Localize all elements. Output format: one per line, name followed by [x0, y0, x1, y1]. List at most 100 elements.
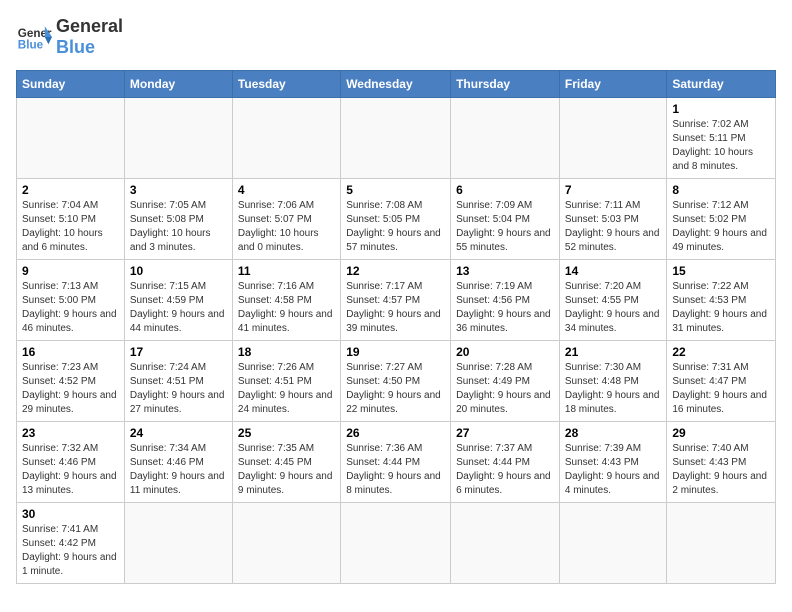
day-cell — [451, 503, 560, 584]
week-row-3: 16Sunrise: 7:23 AM Sunset: 4:52 PM Dayli… — [17, 341, 776, 422]
day-info: Sunrise: 7:34 AM Sunset: 4:46 PM Dayligh… — [130, 442, 227, 498]
day-header-friday: Friday — [559, 71, 666, 98]
day-info: Sunrise: 7:39 AM Sunset: 4:43 PM Dayligh… — [565, 442, 661, 498]
day-cell: 27Sunrise: 7:37 AM Sunset: 4:44 PM Dayli… — [451, 422, 560, 503]
day-cell: 22Sunrise: 7:31 AM Sunset: 4:47 PM Dayli… — [667, 341, 776, 422]
day-cell: 24 Sunrise: 7:34 AM Sunset: 4:46 PM Dayli… — [124, 422, 232, 503]
day-cell: 3 Sunrise: 7:05 AM Sunset: 5:08 PM Daylig… — [124, 179, 232, 260]
day-cell — [232, 98, 340, 179]
day-cell — [341, 503, 451, 584]
day-cell: 5 Sunrise: 7:08 AM Sunset: 5:05 PM Daylig… — [341, 179, 451, 260]
day-header-monday: Monday — [124, 71, 232, 98]
day-info: Sunrise: 7:06 AM Sunset: 5:07 PM Dayligh… — [238, 199, 335, 255]
day-number: 17 — [130, 345, 227, 359]
day-cell: 29 Sunrise: 7:40 AM Sunset: 4:43 PM Dayli… — [667, 422, 776, 503]
day-info: Sunrise: 7:36 AM Sunset: 4:44 PM Dayligh… — [346, 442, 445, 498]
day-cell: 26 Sunrise: 7:36 AM Sunset: 4:44 PM Dayli… — [341, 422, 451, 503]
day-header-thursday: Thursday — [451, 71, 560, 98]
day-cell: 8Sunrise: 7:12 AM Sunset: 5:02 PM Daylig… — [667, 179, 776, 260]
day-cell: 30 Sunrise: 7:41 AM Sunset: 4:42 PM Dayli… — [17, 503, 125, 584]
day-number: 6 — [456, 183, 554, 197]
day-info: Sunrise: 7:11 AM Sunset: 5:03 PM Dayligh… — [565, 199, 661, 255]
day-info: Sunrise: 7:22 AM Sunset: 4:53 PM Dayligh… — [672, 280, 770, 336]
day-cell: 4 Sunrise: 7:06 AM Sunset: 5:07 PM Daylig… — [232, 179, 340, 260]
day-info: Sunrise: 7:24 AM Sunset: 4:51 PM Dayligh… — [130, 361, 227, 417]
day-header-sunday: Sunday — [17, 71, 125, 98]
days-header-row: SundayMondayTuesdayWednesdayThursdayFrid… — [17, 71, 776, 98]
day-number: 7 — [565, 183, 661, 197]
day-cell: 18 Sunrise: 7:26 AM Sunset: 4:51 PM Dayli… — [232, 341, 340, 422]
logo: General Blue General Blue — [16, 16, 123, 58]
day-number: 16 — [22, 345, 119, 359]
header: General Blue General Blue — [16, 16, 776, 58]
day-info: Sunrise: 7:04 AM Sunset: 5:10 PM Dayligh… — [22, 199, 119, 255]
day-cell: 21Sunrise: 7:30 AM Sunset: 4:48 PM Dayli… — [559, 341, 666, 422]
week-row-0: 1 Sunrise: 7:02 AM Sunset: 5:11 PM Daylig… — [17, 98, 776, 179]
day-info: Sunrise: 7:35 AM Sunset: 4:45 PM Dayligh… — [238, 442, 335, 498]
day-cell: 14Sunrise: 7:20 AM Sunset: 4:55 PM Dayli… — [559, 260, 666, 341]
day-info: Sunrise: 7:40 AM Sunset: 4:43 PM Dayligh… — [672, 442, 770, 498]
day-info: Sunrise: 7:05 AM Sunset: 5:08 PM Dayligh… — [130, 199, 227, 255]
svg-text:Blue: Blue — [18, 39, 44, 52]
day-number: 18 — [238, 345, 335, 359]
day-cell — [124, 503, 232, 584]
logo-general: General — [56, 16, 123, 37]
week-row-4: 23Sunrise: 7:32 AM Sunset: 4:46 PM Dayli… — [17, 422, 776, 503]
day-number: 3 — [130, 183, 227, 197]
day-cell — [559, 98, 666, 179]
day-number: 9 — [22, 264, 119, 278]
day-number: 8 — [672, 183, 770, 197]
day-cell — [232, 503, 340, 584]
week-row-5: 30 Sunrise: 7:41 AM Sunset: 4:42 PM Dayli… — [17, 503, 776, 584]
day-cell: 25 Sunrise: 7:35 AM Sunset: 4:45 PM Dayli… — [232, 422, 340, 503]
day-number: 29 — [672, 426, 770, 440]
day-number: 27 — [456, 426, 554, 440]
day-cell: 13 Sunrise: 7:19 AM Sunset: 4:56 PM Dayli… — [451, 260, 560, 341]
logo-icon: General Blue — [16, 19, 52, 55]
day-info: Sunrise: 7:09 AM Sunset: 5:04 PM Dayligh… — [456, 199, 554, 255]
day-cell: 12Sunrise: 7:17 AM Sunset: 4:57 PM Dayli… — [341, 260, 451, 341]
day-number: 25 — [238, 426, 335, 440]
day-number: 10 — [130, 264, 227, 278]
day-cell: 23Sunrise: 7:32 AM Sunset: 4:46 PM Dayli… — [17, 422, 125, 503]
day-cell — [451, 98, 560, 179]
day-info: Sunrise: 7:02 AM Sunset: 5:11 PM Dayligh… — [672, 118, 770, 174]
day-cell: 16Sunrise: 7:23 AM Sunset: 4:52 PM Dayli… — [17, 341, 125, 422]
day-cell: 1 Sunrise: 7:02 AM Sunset: 5:11 PM Daylig… — [667, 98, 776, 179]
day-info: Sunrise: 7:16 AM Sunset: 4:58 PM Dayligh… — [238, 280, 335, 336]
day-number: 1 — [672, 102, 770, 116]
day-cell: 15 Sunrise: 7:22 AM Sunset: 4:53 PM Dayli… — [667, 260, 776, 341]
day-info: Sunrise: 7:19 AM Sunset: 4:56 PM Dayligh… — [456, 280, 554, 336]
day-info: Sunrise: 7:28 AM Sunset: 4:49 PM Dayligh… — [456, 361, 554, 417]
day-header-tuesday: Tuesday — [232, 71, 340, 98]
day-number: 15 — [672, 264, 770, 278]
day-info: Sunrise: 7:15 AM Sunset: 4:59 PM Dayligh… — [130, 280, 227, 336]
day-cell: 20 Sunrise: 7:28 AM Sunset: 4:49 PM Dayli… — [451, 341, 560, 422]
day-number: 5 — [346, 183, 445, 197]
day-info: Sunrise: 7:41 AM Sunset: 4:42 PM Dayligh… — [22, 523, 119, 579]
day-number: 20 — [456, 345, 554, 359]
day-cell: 28Sunrise: 7:39 AM Sunset: 4:43 PM Dayli… — [559, 422, 666, 503]
day-cell — [667, 503, 776, 584]
day-number: 11 — [238, 264, 335, 278]
day-cell: 2 Sunrise: 7:04 AM Sunset: 5:10 PM Daylig… — [17, 179, 125, 260]
day-number: 30 — [22, 507, 119, 521]
day-header-wednesday: Wednesday — [341, 71, 451, 98]
day-number: 26 — [346, 426, 445, 440]
day-number: 13 — [456, 264, 554, 278]
day-number: 4 — [238, 183, 335, 197]
day-info: Sunrise: 7:26 AM Sunset: 4:51 PM Dayligh… — [238, 361, 335, 417]
day-cell — [17, 98, 125, 179]
day-cell: 17 Sunrise: 7:24 AM Sunset: 4:51 PM Dayli… — [124, 341, 232, 422]
calendar: SundayMondayTuesdayWednesdayThursdayFrid… — [16, 70, 776, 584]
day-header-saturday: Saturday — [667, 71, 776, 98]
day-number: 22 — [672, 345, 770, 359]
day-number: 24 — [130, 426, 227, 440]
day-info: Sunrise: 7:08 AM Sunset: 5:05 PM Dayligh… — [346, 199, 445, 255]
day-cell: 6 Sunrise: 7:09 AM Sunset: 5:04 PM Daylig… — [451, 179, 560, 260]
day-number: 2 — [22, 183, 119, 197]
day-cell: 10 Sunrise: 7:15 AM Sunset: 4:59 PM Dayli… — [124, 260, 232, 341]
day-cell — [559, 503, 666, 584]
day-number: 23 — [22, 426, 119, 440]
day-cell: 9Sunrise: 7:13 AM Sunset: 5:00 PM Daylig… — [17, 260, 125, 341]
